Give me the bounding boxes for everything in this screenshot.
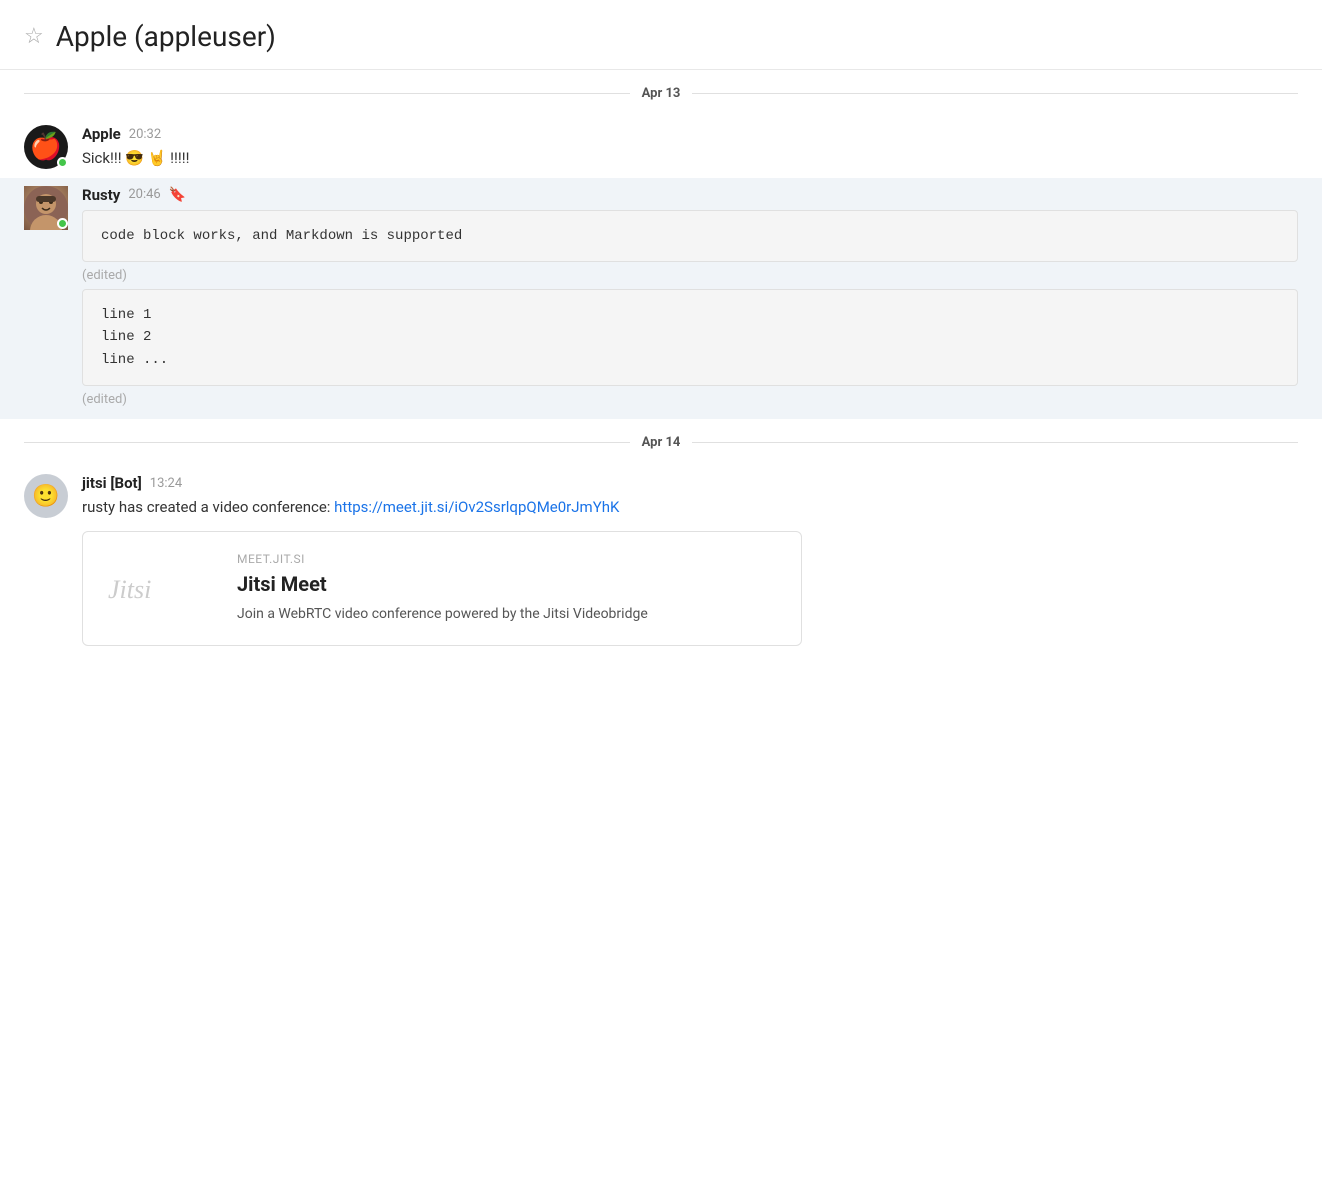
jitsi-logo: Jitsi [103,568,213,608]
online-indicator-rusty [57,218,68,229]
rusty-code-block-1: code block works, and Markdown is suppor… [82,210,1298,262]
bot-message-text: rusty has created a video conference: ht… [82,496,1298,519]
apple-author: Apple [82,125,121,143]
link-preview-info: MEET.JIT.SI Jitsi Meet Join a WebRTC vid… [237,552,781,625]
jitsi-logo-svg: Jitsi [108,568,208,608]
jitsi-meeting-link[interactable]: https://meet.jit.si/iOv2SsrlqpQMe0rJmYhK [334,498,619,516]
online-indicator-apple [57,157,68,168]
rusty-message-content: Rusty 20:46 🔖 code block works, and Mark… [82,186,1298,412]
rusty-message-time: 20:46 [128,187,160,202]
apple-message-time: 20:32 [129,127,161,142]
avatar-jitsi-bot: 🙂 [24,474,68,518]
favorite-star-icon[interactable]: ☆ [24,24,44,49]
date-label-apr14: Apr 14 [642,435,681,450]
date-divider-apr14: Apr 14 [0,419,1322,466]
rusty-message-header: Rusty 20:46 🔖 [82,186,1298,204]
page-header: ☆ Apple (appleuser) [0,0,1322,70]
avatar-bot-img: 🙂 [24,474,68,518]
message-row-jitsi-bot: 🙂 jitsi [Bot] 13:24 rusty has created a … [0,466,1322,654]
rusty-edited-label-2: (edited) [82,392,1298,407]
apple-message-text: Sick!!! 😎 🤘 !!!!! [82,147,1298,170]
page-title: Apple (appleuser) [56,20,276,53]
date-label-apr13: Apr 13 [642,86,681,101]
pin-icon[interactable]: 🔖 [169,187,186,203]
date-divider-apr13: Apr 13 [0,70,1322,117]
rusty-author: Rusty [82,186,120,204]
link-preview-source: MEET.JIT.SI [237,552,781,566]
link-preview-card[interactable]: Jitsi MEET.JIT.SI Jitsi Meet Join a WebR… [82,531,802,646]
rusty-code-block-2: line 1 line 2 line ... [82,289,1298,386]
svg-text:Jitsi: Jitsi [108,575,151,604]
avatar-rusty [24,186,68,230]
bot-author: jitsi [Bot] [82,474,142,492]
link-preview-title: Jitsi Meet [237,572,781,596]
apple-message-content: Apple 20:32 Sick!!! 😎 🤘 !!!!! [82,125,1298,170]
message-row-apple: 🍎 Apple 20:32 Sick!!! 😎 🤘 !!!!! [0,117,1322,178]
apple-message-header: Apple 20:32 [82,125,1298,143]
bot-message-time: 13:24 [150,476,182,491]
bot-message-content: jitsi [Bot] 13:24 rusty has created a vi… [82,474,1298,646]
chat-container: Apr 13 🍎 Apple 20:32 Sick!!! 😎 🤘 !!!!! [0,70,1322,654]
bot-text-prefix: rusty has created a video conference: [82,498,334,516]
bot-message-header: jitsi [Bot] 13:24 [82,474,1298,492]
avatar-apple: 🍎 [24,125,68,169]
message-row-rusty: Rusty 20:46 🔖 code block works, and Mark… [0,178,1322,420]
rusty-edited-label-1: (edited) [82,268,1298,283]
link-preview-description: Join a WebRTC video conference powered b… [237,604,781,625]
